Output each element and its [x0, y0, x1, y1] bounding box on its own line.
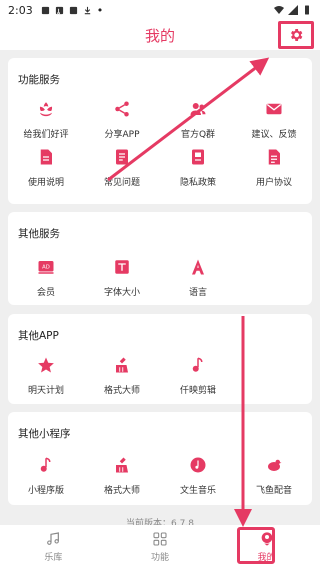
- settings-button[interactable]: [278, 21, 314, 49]
- qq-group-item[interactable]: 官方Q群: [160, 98, 236, 146]
- item-label: 格式大师: [103, 486, 140, 496]
- privacy-policy-item[interactable]: 隐私政策: [160, 146, 236, 194]
- tab-label: 功能: [151, 552, 170, 563]
- section-mini-programs: 其他小程序 小程序版 格式大师 文生音乐 飞鱼配音: [8, 412, 312, 505]
- section-other-apps: 其他APP 明天计划 格式大师 仟映剪辑: [8, 314, 312, 404]
- format-master-app-item[interactable]: 格式大师: [84, 354, 160, 402]
- agreement-icon: [268, 149, 280, 165]
- svg-text:AD: AD: [42, 265, 50, 271]
- item-label: 语言: [188, 288, 207, 298]
- font-size-icon: [115, 260, 129, 274]
- qianying-edit-item[interactable]: 仟映剪辑: [160, 354, 236, 402]
- notification-icon: [69, 6, 77, 14]
- item-label: 官方Q群: [180, 130, 216, 140]
- font-size-item[interactable]: 字体大小: [84, 256, 160, 304]
- battery-icon: [305, 5, 309, 15]
- group-icon: [190, 103, 206, 115]
- item-label: 常见问题: [103, 178, 140, 188]
- item-label: 给我们好评: [23, 130, 69, 140]
- item-label: 分享APP: [104, 130, 140, 140]
- mini-program-item[interactable]: 小程序版: [8, 454, 84, 502]
- download-icon: [84, 6, 90, 14]
- user-agreement-item[interactable]: 用户协议: [236, 146, 312, 194]
- section-title: 其他小程序: [18, 428, 71, 440]
- tab-functions[interactable]: 功能: [107, 525, 214, 568]
- privacy-icon: [192, 149, 204, 165]
- mail-icon: [266, 103, 282, 115]
- item-label: 格式大师: [103, 386, 140, 396]
- item-label: 会员: [36, 288, 55, 298]
- item-label: 使用说明: [27, 178, 64, 188]
- section-other-services: 其他服务 AD 会员 字体大小 语言: [8, 212, 312, 305]
- membership-item[interactable]: AD 会员: [8, 256, 84, 304]
- music-note-icon: [192, 357, 203, 372]
- item-label: 字体大小: [103, 288, 140, 298]
- ad-icon: AD: [38, 261, 54, 274]
- faq-icon: [116, 149, 128, 165]
- notification-icon: [41, 6, 49, 14]
- grid-icon: [153, 531, 167, 546]
- music-library-icon: [47, 531, 60, 545]
- item-label: 明天计划: [27, 386, 64, 396]
- share-icon: [115, 101, 129, 117]
- item-label: 隐私政策: [179, 178, 216, 188]
- instructions-item[interactable]: 使用说明: [8, 146, 84, 194]
- document-icon: [40, 149, 52, 165]
- status-time: 2:03: [8, 3, 33, 17]
- app-header: 我的: [0, 20, 320, 50]
- rate-us-item[interactable]: 给我们好评: [8, 98, 84, 146]
- music-note-icon: [40, 457, 51, 472]
- language-item[interactable]: 语言: [160, 256, 236, 304]
- item-label: 小程序版: [27, 486, 64, 496]
- section-function-services: 功能服务 给我们好评 分享APP 官方Q群 建议、反馈 使用说明 常见问题 隐私…: [8, 58, 312, 204]
- share-app-item[interactable]: 分享APP: [84, 98, 160, 146]
- language-icon: [192, 259, 204, 275]
- tab-music-library[interactable]: 乐库: [0, 525, 107, 568]
- flower-icon: [39, 102, 53, 117]
- brush-icon: [116, 457, 128, 473]
- tab-label: 乐库: [44, 552, 63, 563]
- item-label: 文生音乐: [179, 486, 216, 496]
- music-disc-icon: [190, 457, 206, 473]
- signal-icon: [288, 5, 298, 15]
- tab-highlight-box: [237, 527, 275, 564]
- bird-icon: [268, 459, 282, 471]
- section-title: 其他APP: [18, 330, 59, 342]
- status-dot: •: [96, 3, 104, 17]
- gear-icon: [291, 29, 303, 41]
- section-title: 功能服务: [18, 74, 60, 86]
- wifi-icon: [274, 6, 284, 14]
- section-title: 其他服务: [18, 228, 60, 240]
- item-label: 飞鱼配音: [255, 486, 292, 496]
- feedback-item[interactable]: 建议、反馈: [236, 98, 312, 146]
- star-icon: [38, 357, 54, 373]
- brush-icon: [116, 357, 128, 373]
- feiyu-dubbing-item[interactable]: 飞鱼配音: [236, 454, 312, 502]
- tomorrow-plan-item[interactable]: 明天计划: [8, 354, 84, 402]
- notification-icon: [55, 6, 63, 15]
- item-label: 仟映剪辑: [179, 386, 216, 396]
- page-title: 我的: [144, 26, 175, 45]
- status-bar: 2:03 •: [0, 0, 320, 20]
- format-master-mini-item[interactable]: 格式大师: [84, 454, 160, 502]
- item-label: 用户协议: [255, 178, 292, 188]
- faq-item[interactable]: 常见问题: [84, 146, 160, 194]
- text-to-music-item[interactable]: 文生音乐: [160, 454, 236, 502]
- item-label: 建议、反馈: [251, 130, 297, 140]
